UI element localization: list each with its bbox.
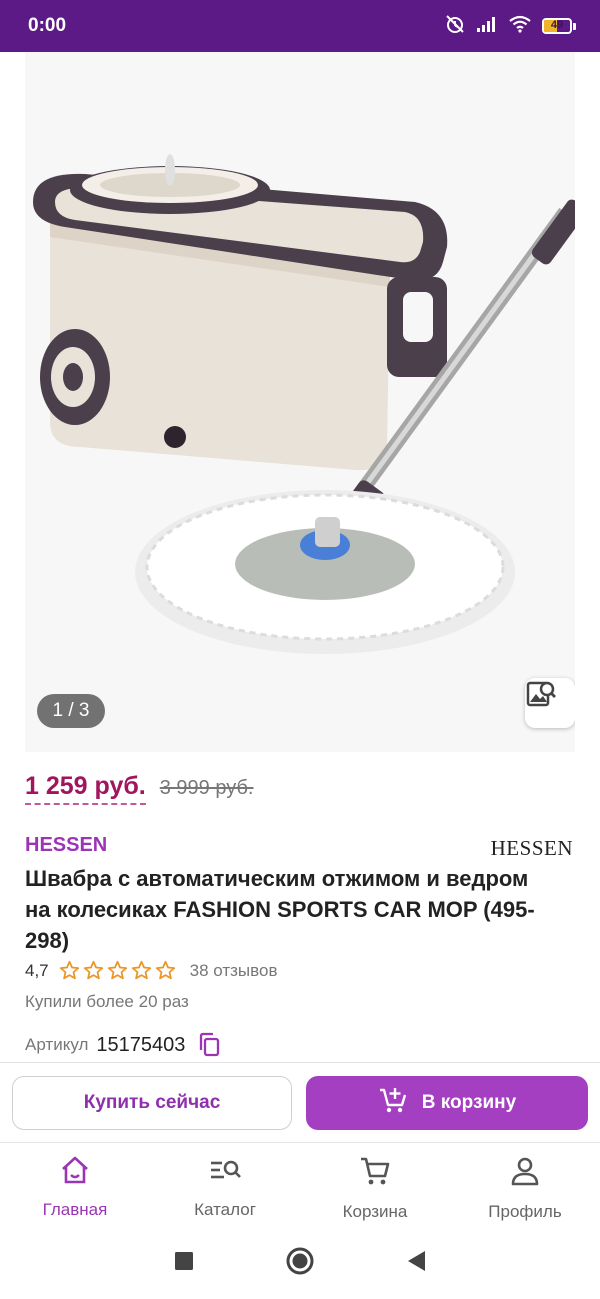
action-bar: Купить сейчас В корзину [0,1062,600,1143]
system-navigation-bar [0,1228,600,1299]
nav-item-profile[interactable]: Профиль [450,1143,600,1229]
add-cart-icon [378,1085,408,1121]
profile-icon [510,1155,540,1192]
nav-label-profile: Профиль [488,1202,562,1221]
product-title: Швабра с автоматическим отжимом и ведром… [25,866,535,953]
image-search-button[interactable] [525,678,575,728]
star-icon [59,960,79,980]
image-page-indicator: 1 / 3 [37,694,105,728]
status-time: 0:00 [28,15,67,36]
buy-now-button[interactable]: Купить сейчас [12,1076,292,1130]
alarm-off-icon [444,13,466,40]
rating-row[interactable]: 4,7 38 отзывов [25,960,277,981]
nav-label-catalog: Каталог [194,1200,256,1219]
signal-icon [476,15,498,38]
nav-item-home[interactable]: Главная [0,1143,150,1229]
brand-logo[interactable]: HESSEN [491,836,573,861]
catalog-search-icon [208,1155,242,1190]
battery-percent: 49 [550,19,564,31]
purchase-count: Купили более 20 раз [25,992,189,1011]
nav-label-home: Главная [42,1200,108,1219]
brand-link[interactable]: HESSEN [25,834,107,857]
product-image-gallery[interactable]: 1 / 3 [25,52,575,752]
copy-icon[interactable] [197,1032,221,1058]
status-icons: 49 [444,13,576,40]
cart-icon [359,1155,391,1192]
recent-apps-icon[interactable] [173,1250,195,1277]
product-image [25,52,575,752]
nav-label-cart: Корзина [342,1202,408,1221]
star-icon [83,960,103,980]
home-icon [59,1155,91,1190]
reviews-count[interactable]: 38 отзывов [190,961,278,981]
back-icon[interactable] [405,1249,427,1278]
current-price[interactable]: 1 259 руб. [25,772,146,805]
wifi-icon [508,15,532,38]
old-price: 3 999 руб. [159,777,254,799]
add-to-cart-label: В корзину [421,1092,517,1113]
article-row: Артикул 15175403 [25,1032,221,1058]
add-to-cart-button[interactable]: В корзину [306,1076,588,1130]
status-bar: 0:00 49 [0,0,600,52]
price-row: 1 259 руб. 3 999 руб. [25,772,254,805]
star-icon [155,960,175,980]
battery-icon: 49 [542,18,576,34]
star-icon [131,960,151,980]
article-label: Артикул [25,1035,89,1054]
nav-item-cart[interactable]: Корзина [300,1143,450,1229]
rating-value: 4,7 [25,960,49,980]
rating-stars [59,960,176,981]
article-value: 15175403 [96,1033,186,1056]
star-icon [107,960,127,980]
home-button-icon[interactable] [285,1246,315,1281]
bottom-nav: Главная Каталог Корзина Профиль [0,1142,600,1229]
nav-item-catalog[interactable]: Каталог [150,1143,300,1229]
